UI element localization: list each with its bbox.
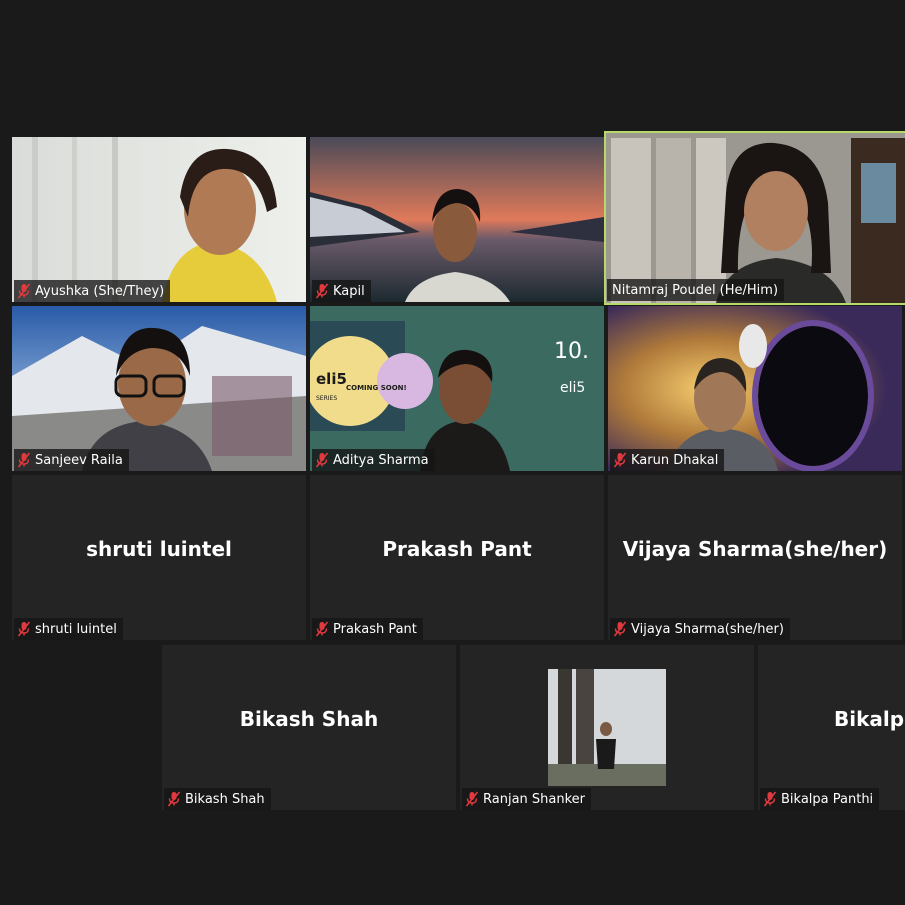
participant-name-tag: Bikash Shah bbox=[164, 788, 271, 810]
participant-avatar bbox=[548, 669, 666, 786]
participant-name: shruti luintel bbox=[35, 621, 117, 637]
participant-tile[interactable]: Karun Dhakal bbox=[608, 306, 902, 471]
participant-tile[interactable]: Vijaya Sharma(she/her) Vijaya Sharma(she… bbox=[608, 475, 902, 640]
participant-display-name: Bikash Shah bbox=[239, 706, 379, 731]
mic-muted-icon bbox=[17, 452, 31, 468]
participant-name-tag: Sanjeev Raila bbox=[14, 449, 129, 471]
participant-display-name: Prakash Pant bbox=[382, 536, 532, 561]
participant-name: Sanjeev Raila bbox=[35, 452, 123, 468]
participant-name-tag: Ayushka (She/They) bbox=[14, 280, 171, 302]
mic-muted-icon bbox=[613, 452, 627, 468]
participant-name-tag: Prakash Pant bbox=[312, 618, 423, 640]
participant-name-tag: Karun Dhakal bbox=[610, 449, 725, 471]
participant-tile[interactable]: Kapil bbox=[310, 137, 604, 302]
mic-muted-icon bbox=[763, 791, 777, 807]
mic-muted-icon bbox=[613, 621, 627, 637]
participant-name: Ayushka (She/They) bbox=[35, 283, 165, 299]
slide-number: 10. bbox=[554, 339, 589, 364]
badge-logo: eli5 bbox=[316, 370, 347, 388]
participant-name: Bikalpa Panthi bbox=[781, 791, 874, 807]
participant-tile[interactable]: Ranjan Shanker bbox=[460, 645, 754, 810]
participant-name-tag: Nitamraj Poudel (He/Him) bbox=[607, 279, 785, 301]
participant-name: Aditya Sharma bbox=[333, 452, 429, 468]
mic-muted-icon bbox=[17, 283, 31, 299]
participant-tile[interactable]: Bikalpa Bikalpa Panthi bbox=[758, 645, 905, 810]
mic-muted-icon bbox=[315, 621, 329, 637]
participant-name: Bikash Shah bbox=[185, 791, 265, 807]
participant-name: Prakash Pant bbox=[333, 621, 417, 637]
participant-display-name: Bikalpa bbox=[834, 706, 905, 731]
participant-video bbox=[12, 137, 306, 302]
participant-tile-active-speaker[interactable]: Nitamraj Poudel (He/Him) bbox=[604, 131, 905, 305]
participant-name: Kapil bbox=[333, 283, 365, 299]
participant-name: Vijaya Sharma(she/her) bbox=[631, 621, 784, 637]
slide-brand: eli5 bbox=[560, 380, 585, 396]
participant-name-tag: shruti luintel bbox=[14, 618, 123, 640]
participant-display-name: Vijaya Sharma(she/her) bbox=[622, 536, 888, 561]
mic-muted-icon bbox=[167, 791, 181, 807]
mic-muted-icon bbox=[315, 452, 329, 468]
mic-muted-icon bbox=[17, 621, 31, 637]
participant-tile[interactable]: Prakash Pant Prakash Pant bbox=[310, 475, 604, 640]
participant-tile[interactable]: Ayushka (She/They) bbox=[12, 137, 306, 302]
participant-video bbox=[12, 306, 306, 471]
participant-name-tag: Bikalpa Panthi bbox=[760, 788, 880, 810]
participant-video bbox=[606, 133, 905, 303]
participant-video: 10. eli5 eli5 SERIES COMING SOON! bbox=[310, 306, 604, 471]
badge-series: SERIES bbox=[316, 395, 337, 402]
participant-name-tag: Kapil bbox=[312, 280, 371, 302]
participant-tile[interactable]: 10. eli5 eli5 SERIES COMING SOON! Aditya… bbox=[310, 306, 604, 471]
mic-muted-icon bbox=[465, 791, 479, 807]
badge-coming-soon: COMING SOON! bbox=[346, 384, 407, 392]
participant-name-tag: Ranjan Shanker bbox=[462, 788, 592, 810]
participant-name-tag: Aditya Sharma bbox=[312, 449, 435, 471]
participant-video bbox=[310, 137, 604, 302]
participant-tile[interactable]: Sanjeev Raila bbox=[12, 306, 306, 471]
participant-display-name: shruti luintel bbox=[86, 536, 232, 561]
mic-muted-icon bbox=[315, 283, 329, 299]
participant-name: Karun Dhakal bbox=[631, 452, 719, 468]
participant-name: Ranjan Shanker bbox=[483, 791, 586, 807]
participant-video bbox=[608, 306, 902, 471]
participant-name-tag: Vijaya Sharma(she/her) bbox=[610, 618, 790, 640]
participant-tile[interactable]: shruti luintel shruti luintel bbox=[12, 475, 306, 640]
participant-name: Nitamraj Poudel (He/Him) bbox=[612, 282, 779, 298]
participant-tile[interactable]: Bikash Shah Bikash Shah bbox=[162, 645, 456, 810]
gallery-view: Ayushka (She/They) Kapil Nitamraj Poudel… bbox=[0, 0, 905, 905]
